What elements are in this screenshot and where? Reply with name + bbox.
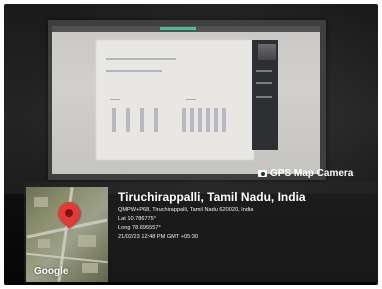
map-road — [26, 252, 108, 264]
side-panel-entry — [256, 70, 272, 72]
map-building — [82, 263, 98, 273]
slide-table-column — [222, 108, 226, 132]
slide-heading-line — [106, 58, 176, 60]
slide-table-column — [112, 108, 116, 132]
datetime-line: 21/02/23 12:48 PM GMT +05:30 — [118, 234, 198, 240]
slide-table-right — [180, 108, 236, 132]
gps-map-camera-watermark: GPS Map Camera — [258, 168, 353, 179]
slide-table-column — [206, 108, 210, 132]
map-pin-center — [65, 209, 73, 217]
slide-table-column — [154, 108, 158, 132]
slide-table-rule — [186, 99, 196, 100]
slide-table-column — [190, 108, 194, 132]
side-panel-entry — [256, 96, 272, 98]
camera-icon — [258, 170, 267, 177]
participant-video-thumbnail — [258, 44, 276, 60]
map-building — [38, 239, 50, 248]
map-building — [78, 235, 96, 247]
slide-table-column — [198, 108, 202, 132]
latitude-line: Lat 10.786775° — [118, 216, 157, 222]
map-building — [34, 197, 48, 207]
presentation-top-accent — [160, 27, 196, 30]
slide-table-left — [108, 108, 162, 132]
slide-table-column — [214, 108, 218, 132]
slide-table-column — [140, 108, 144, 132]
map-brand-label: Google — [34, 266, 69, 277]
location-info: Tiruchirappalli, Tamil Nadu, India QMPW+… — [118, 190, 306, 240]
watermark-label: GPS Map Camera — [270, 168, 354, 179]
slide-subheading-line — [106, 70, 162, 72]
slide-table-column — [126, 108, 130, 132]
longitude-line: Long 78.695557° — [118, 225, 161, 231]
side-panel-entry — [256, 82, 272, 84]
city-line: Tiruchirappalli, Tamil Nadu, India — [118, 190, 306, 204]
address-line: QMPW+P68, Tiruchirappalli, Tamil Nadu 62… — [118, 207, 254, 213]
slide-table-column — [182, 108, 186, 132]
slide-table-rule — [110, 99, 120, 100]
